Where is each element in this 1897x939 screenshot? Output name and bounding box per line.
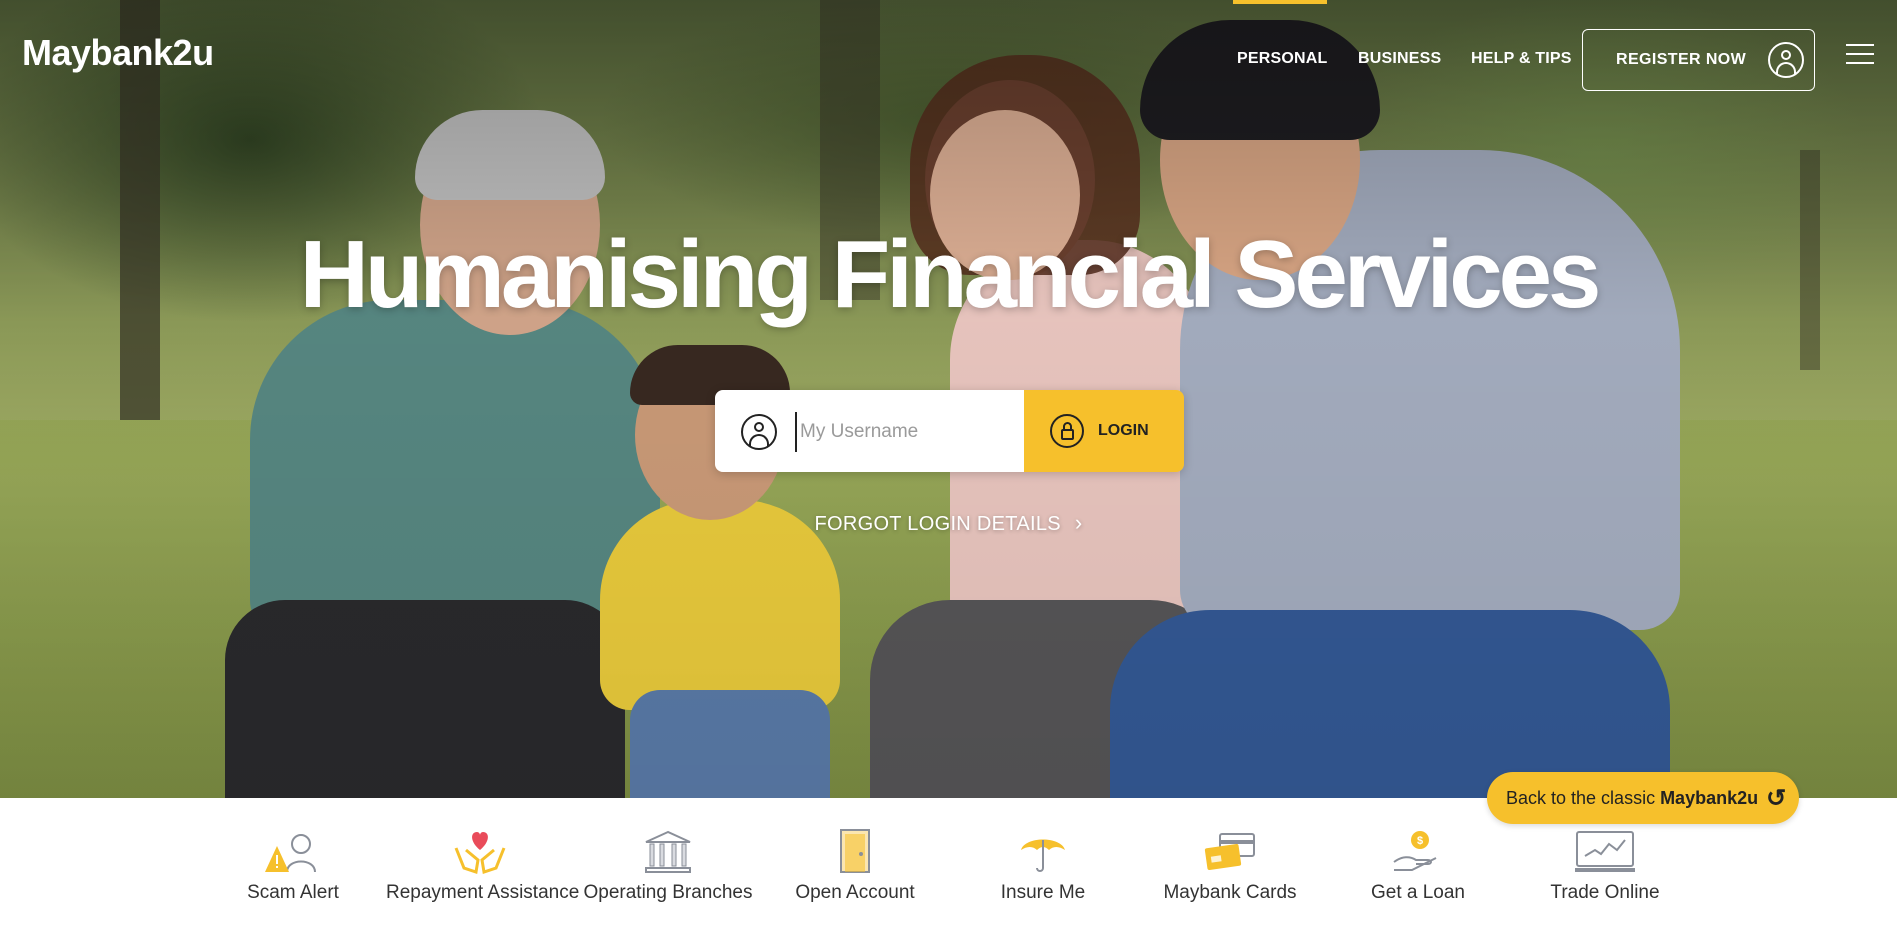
user-icon <box>741 414 777 450</box>
quick-link-label: Open Account <box>795 882 915 903</box>
umbrella-icon <box>1011 828 1075 876</box>
chevron-right-icon: › <box>1074 510 1083 535</box>
login-button[interactable]: LOGIN <box>1024 390 1184 472</box>
register-now-button[interactable]: REGISTER NOW <box>1582 29 1815 91</box>
forgot-login-link[interactable]: FORGOT LOGIN DETAILS › <box>0 510 1897 536</box>
door-icon <box>823 828 887 876</box>
cards-icon <box>1198 828 1262 876</box>
svg-text:$: $ <box>1417 835 1423 847</box>
username-input[interactable] <box>795 412 1005 452</box>
quick-link-label: Repayment Assistance <box>386 882 580 903</box>
forgot-login-label: FORGOT LOGIN DETAILS <box>814 513 1061 535</box>
scam-alert-icon <box>261 828 325 876</box>
quick-link-label: Get a Loan <box>1370 882 1466 903</box>
quick-link-label: Trade Online <box>1550 882 1660 903</box>
register-now-label: REGISTER NOW <box>1616 51 1747 68</box>
quick-link-label: Operating Branches <box>583 882 753 903</box>
quick-link-repayment-assistance[interactable]: Repayment Assistance <box>386 828 580 904</box>
classic-prefix: Back to the classic <box>1506 787 1656 808</box>
user-profile-icon <box>1768 42 1804 78</box>
maybank2u-logo[interactable]: Maybank2u <box>22 32 214 74</box>
quick-link-label: Insure Me <box>1000 882 1086 903</box>
quick-link-scam-alert[interactable]: Scam Alert <box>199 828 387 904</box>
trade-chart-icon <box>1573 828 1637 876</box>
repayment-heart-icon <box>448 828 512 876</box>
quick-link-open-account[interactable]: Open Account <box>761 828 949 904</box>
quick-link-label: Scam Alert <box>247 882 339 903</box>
lock-icon <box>1050 414 1084 448</box>
quick-link-get-a-loan[interactable]: $ Get a Loan <box>1324 828 1512 904</box>
hamburger-menu-icon[interactable] <box>1846 44 1874 66</box>
hero-headline: Humanising Financial Services <box>299 221 1602 328</box>
nav-active-indicator <box>1233 0 1327 4</box>
loan-hand-icon: $ <box>1386 828 1450 876</box>
login-form: LOGIN <box>715 390 1184 472</box>
quick-link-label: Maybank Cards <box>1163 882 1297 903</box>
login-label: LOGIN <box>1098 422 1149 439</box>
nav-help-tips[interactable]: HELP & TIPS <box>1471 50 1572 68</box>
username-field <box>715 390 1024 472</box>
bank-building-icon <box>636 828 700 876</box>
quick-link-insure-me[interactable]: Insure Me <box>949 828 1137 904</box>
back-to-classic-button[interactable]: Back to the classic Maybank2u ↺ <box>1487 772 1799 824</box>
quick-link-trade-online[interactable]: Trade Online <box>1511 828 1699 904</box>
nav-business[interactable]: BUSINESS <box>1358 50 1441 68</box>
quick-link-operating-branches[interactable]: Operating Branches <box>574 828 762 904</box>
undo-arrow-icon: ↺ <box>1766 784 1787 812</box>
hero-banner: Maybank2u PERSONAL BUSINESS HELP & TIPS … <box>0 0 1897 798</box>
classic-brand: Maybank2u <box>1660 787 1759 808</box>
nav-personal[interactable]: PERSONAL <box>1237 50 1328 68</box>
quick-link-maybank-cards[interactable]: Maybank Cards <box>1136 828 1324 904</box>
